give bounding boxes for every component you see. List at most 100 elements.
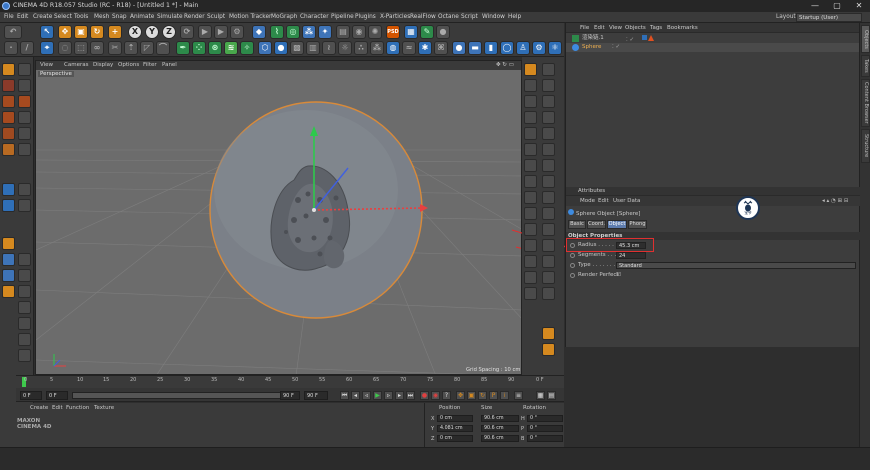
layout-5-icon[interactable]	[524, 239, 537, 252]
workplane-snap-icon[interactable]	[524, 159, 537, 172]
select-icon[interactable]: ↖	[40, 25, 54, 39]
rot-p-field[interactable]: 0 °	[527, 425, 563, 432]
attr-menu-user-data[interactable]: User Data	[613, 196, 640, 206]
tweak-icon[interactable]	[2, 127, 15, 140]
menu-file[interactable]: File	[4, 12, 14, 23]
vp-menu-cameras[interactable]: Cameras	[64, 61, 88, 70]
realflow-icon[interactable]: ≈	[402, 41, 416, 55]
loop-select-icon[interactable]: ∞	[90, 41, 104, 55]
tracer-icon[interactable]: ≋	[224, 41, 238, 55]
gear-icon[interactable]: ⚙	[532, 41, 546, 55]
render-view-icon[interactable]: ▶	[198, 25, 212, 39]
menu-plugins[interactable]: Plugins	[355, 12, 376, 23]
live-select-icon[interactable]: ⌖	[40, 41, 54, 55]
snap-icon[interactable]	[18, 127, 31, 140]
keyframe-selection-button[interactable]: ?	[442, 391, 451, 400]
menu-motion-tracker[interactable]: Motion Tracker	[229, 12, 271, 23]
rotate-icon[interactable]: ↻	[90, 25, 104, 39]
mat-menu-texture[interactable]: Texture	[94, 405, 114, 411]
thinking-particles-icon[interactable]: ⁂	[370, 41, 384, 55]
effector-icon[interactable]: ⊛	[208, 41, 222, 55]
om-menu-objects[interactable]: Objects	[625, 23, 646, 33]
next-frame-button[interactable]: ▹	[384, 391, 393, 400]
layout-10-icon[interactable]	[542, 271, 555, 284]
pos-z-field[interactable]: 0 cm	[437, 435, 473, 442]
undo-icon[interactable]: ↶	[4, 25, 22, 39]
render-perfect-checkbox[interactable]: ☑	[616, 271, 621, 280]
knife-icon[interactable]: ✂	[108, 41, 122, 55]
enable-snap-icon[interactable]	[524, 79, 537, 92]
solo-icon[interactable]	[2, 143, 15, 156]
layout-9-icon[interactable]	[524, 271, 537, 284]
snap-settings-icon[interactable]	[542, 63, 555, 76]
x-lock-icon[interactable]: X	[128, 25, 142, 39]
make-editable-icon[interactable]	[2, 63, 15, 76]
lasso-icon[interactable]: ◌	[58, 41, 72, 55]
snap-polygon-icon[interactable]	[542, 95, 555, 108]
snap-edge-icon[interactable]	[524, 95, 537, 108]
menu-select[interactable]: Select	[54, 12, 72, 23]
axis-icon[interactable]	[18, 111, 31, 124]
add-icon[interactable]: +	[108, 25, 122, 39]
smooth-icon[interactable]	[2, 199, 15, 212]
size-y-field[interactable]: 90.6 cm	[481, 425, 519, 432]
minimize-button[interactable]: —	[804, 0, 826, 12]
viewport[interactable]: View Cameras Display Options Filter Pane…	[35, 60, 522, 375]
torus-icon[interactable]: ◯	[500, 41, 514, 55]
menu-pipeline[interactable]: Pipeline	[331, 12, 354, 23]
object-row[interactable]: Sphere ⁚ ✓	[566, 43, 860, 52]
om-menu-bookmarks[interactable]: Bookmarks	[667, 23, 698, 33]
magnet-icon[interactable]	[2, 183, 15, 196]
coordinate-icon[interactable]: ⟳	[180, 25, 194, 39]
tab-coord[interactable]: Coord.	[587, 220, 606, 229]
radio-icon[interactable]	[570, 263, 575, 268]
dope-sheet-icon[interactable]	[18, 269, 31, 282]
grid-point-icon[interactable]	[524, 191, 537, 204]
layout-3-icon[interactable]	[524, 223, 537, 236]
fracture-icon[interactable]: ✧	[240, 41, 254, 55]
layout-6-icon[interactable]	[542, 239, 555, 252]
autokey-button[interactable]: ◉	[431, 391, 440, 400]
cloner-icon[interactable]: ⁘	[192, 41, 206, 55]
key-pla-button[interactable]: ⁞	[500, 391, 509, 400]
object-row[interactable]: 渲染链.1 ⁚ ✓	[566, 34, 860, 43]
attr-nav-icons[interactable]: ◂ ▴ ◔ ⊞ ⊟	[822, 196, 849, 206]
attr-menu-mode[interactable]: Mode	[580, 196, 595, 206]
close-button[interactable]: ✕	[848, 0, 870, 12]
material-icon[interactable]: ●	[274, 41, 288, 55]
scene-icon[interactable]: ▤	[336, 25, 350, 39]
paint-icon[interactable]: ✎	[420, 25, 434, 39]
mat-menu-edit[interactable]: Edit	[52, 405, 63, 411]
frame-icon[interactable]	[542, 327, 555, 340]
mat-menu-create[interactable]: Create	[30, 405, 48, 411]
quantize-icon[interactable]	[524, 143, 537, 156]
menu-help[interactable]: Help	[508, 12, 521, 23]
menu-sculpt[interactable]: Sculpt	[207, 12, 225, 23]
polygons-icon[interactable]	[2, 111, 15, 124]
sculpt-icon[interactable]: ●	[436, 25, 450, 39]
slide-icon[interactable]	[18, 199, 31, 212]
visibility-dots-icon[interactable]: ⁚ ✓	[612, 43, 620, 52]
plane-icon[interactable]: ▬	[468, 41, 482, 55]
fps-button[interactable]: ▦	[536, 391, 545, 400]
figure-icon[interactable]: ♙	[516, 41, 530, 55]
menu-simulate[interactable]: Simulate	[157, 12, 183, 23]
vp-menu-panel[interactable]: Panel	[162, 61, 177, 70]
end-frame-field[interactable]: 90 F	[280, 391, 300, 400]
layout-7-icon[interactable]	[524, 255, 537, 268]
camera-settings-icon[interactable]	[542, 343, 555, 356]
points-mode-icon[interactable]: ·	[4, 41, 18, 55]
cube-icon[interactable]: ◆	[252, 25, 266, 39]
menu-script[interactable]: Script	[461, 12, 478, 23]
next-key-button[interactable]: ▸	[395, 391, 404, 400]
keyframe-icon[interactable]	[2, 237, 15, 250]
guide-icon[interactable]	[542, 143, 555, 156]
warning-tag-icon[interactable]	[648, 35, 654, 41]
render-settings-icon[interactable]: ⚙	[230, 25, 244, 39]
timeline[interactable]: 0 5 10 15 20 25 30 35 40 45 50 55 60 65 …	[16, 375, 564, 388]
camera-icon[interactable]: ◉	[352, 25, 366, 39]
hair-icon[interactable]: ≀	[322, 41, 336, 55]
menu-octane[interactable]: Octane	[438, 12, 459, 23]
asset-icon[interactable]	[18, 333, 31, 346]
settings-icon[interactable]	[18, 349, 31, 362]
